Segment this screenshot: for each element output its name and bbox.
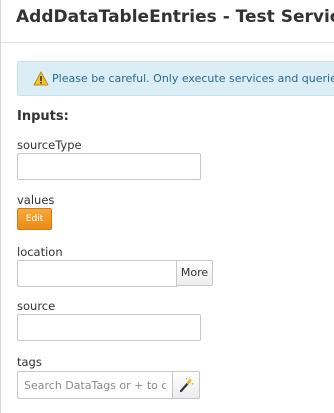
location-more-button[interactable]: More — [176, 260, 213, 286]
values-label: values — [17, 193, 55, 207]
location-input[interactable] — [17, 260, 177, 287]
warning-icon — [33, 71, 49, 86]
source-label: source — [17, 299, 56, 313]
title-divider — [1, 42, 334, 43]
page-title: AddDataTableEntries - Test Service — [16, 7, 334, 27]
warning-text: Please be careful. Only execute services… — [52, 72, 334, 85]
tags-search-input[interactable] — [17, 371, 173, 399]
test-service-panel: AddDataTableEntries - Test Service Pleas… — [0, 0, 334, 413]
source-type-label: sourceType — [17, 138, 82, 152]
location-label: location — [17, 245, 63, 259]
tags-wand-button[interactable] — [172, 371, 200, 399]
tags-label: tags — [17, 355, 42, 369]
source-input[interactable] — [17, 314, 201, 341]
source-type-input[interactable] — [17, 153, 201, 180]
inputs-heading: Inputs: — [17, 109, 69, 124]
warning-banner: Please be careful. Only execute services… — [17, 61, 334, 96]
values-edit-button[interactable]: Edit — [17, 208, 52, 230]
